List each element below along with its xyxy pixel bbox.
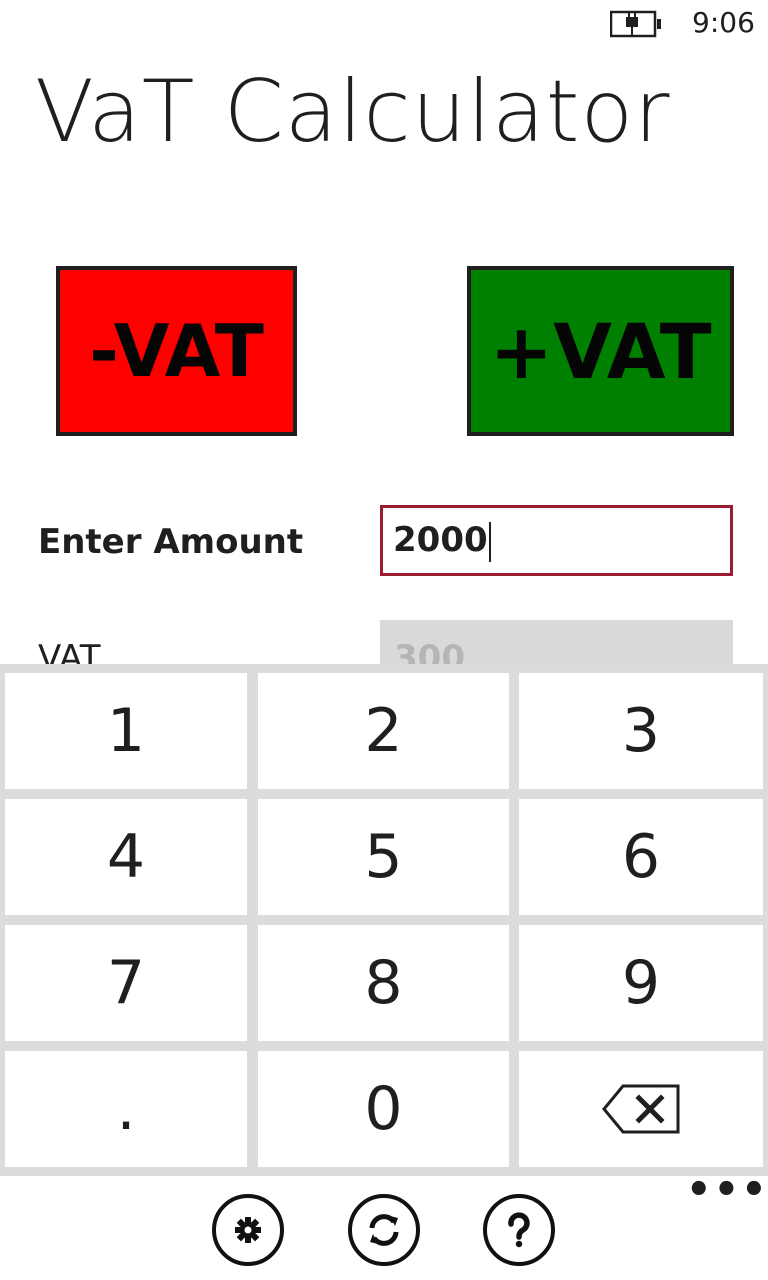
minus-vat-button[interactable]: -VAT (56, 266, 297, 436)
backspace-icon (602, 1084, 680, 1134)
key-label: 3 (621, 696, 661, 766)
key-0[interactable]: 0 (258, 1051, 509, 1167)
amount-input[interactable]: 2000 (380, 505, 733, 576)
key-label: 9 (621, 948, 661, 1018)
numeric-keypad: 1 2 3 4 5 6 7 8 9 . 0 (0, 664, 768, 1176)
key-label: . (116, 1074, 136, 1144)
key-5[interactable]: 5 (258, 799, 509, 915)
key-label: 7 (106, 948, 146, 1018)
settings-icon (235, 1217, 261, 1243)
status-time: 9:06 (692, 6, 755, 39)
more-options-button[interactable]: ••• (686, 1170, 768, 1210)
key-label: 4 (106, 822, 146, 892)
refresh-icon (369, 1214, 399, 1246)
help-button[interactable] (483, 1194, 555, 1266)
key-1[interactable]: 1 (5, 673, 247, 789)
app-bar: ••• (0, 1170, 768, 1280)
settings-button[interactable] (212, 1194, 284, 1266)
status-bar: 9:06 (0, 0, 768, 50)
key-label: 6 (621, 822, 661, 892)
key-6[interactable]: 6 (519, 799, 763, 915)
key-backspace[interactable] (519, 1051, 763, 1167)
key-7[interactable]: 7 (5, 925, 247, 1041)
key-label: 8 (364, 948, 403, 1018)
key-label: 2 (364, 696, 403, 766)
amount-label: Enter Amount (38, 522, 304, 562)
key-3[interactable]: 3 (519, 673, 763, 789)
key-decimal[interactable]: . (5, 1051, 247, 1167)
key-4[interactable]: 4 (5, 799, 247, 915)
key-9[interactable]: 9 (519, 925, 763, 1041)
key-2[interactable]: 2 (258, 673, 509, 789)
help-icon (508, 1212, 530, 1248)
key-label: 0 (364, 1074, 403, 1144)
key-label: 5 (364, 822, 403, 892)
plus-vat-button[interactable]: +VAT (467, 266, 734, 436)
amount-value: 2000 (393, 520, 488, 560)
battery-charging-icon (610, 10, 661, 38)
page-title: VaT Calculator (35, 62, 671, 162)
refresh-button[interactable] (348, 1194, 420, 1266)
key-8[interactable]: 8 (258, 925, 509, 1041)
key-label: 1 (106, 696, 146, 766)
text-caret (488, 521, 491, 562)
